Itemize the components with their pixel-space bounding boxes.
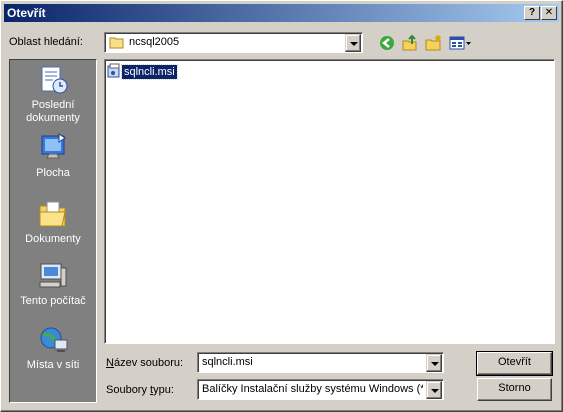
- place-label: Dokumenty: [25, 233, 81, 245]
- place-label-2: dokumenty: [26, 112, 80, 124]
- place-label: Tento počítač: [20, 295, 86, 307]
- view-menu-icon[interactable]: [449, 34, 473, 52]
- open-dialog: Otevřít ? ✕ Oblast hledání: ncsql2005 Po…: [0, 0, 563, 412]
- open-button-label: Otevřít: [497, 356, 531, 368]
- places-bar: Poslední dokumenty Plocha Dokumenty Tent…: [9, 59, 97, 403]
- network-places-icon: [40, 327, 68, 352]
- recent-documents-icon: [41, 66, 68, 94]
- lookin-label: Oblast hledání:: [9, 36, 83, 48]
- lookin-dropdown-button[interactable]: [345, 34, 361, 52]
- documents-folder-icon: [39, 201, 66, 227]
- title-bar[interactable]: Otevřít ? ✕: [4, 4, 559, 22]
- place-label: Místa v síti: [26, 359, 80, 371]
- filename-dropdown-button[interactable]: [426, 354, 442, 372]
- lookin-combo[interactable]: ncsql2005: [104, 32, 363, 53]
- open-button[interactable]: Otevřít: [476, 351, 553, 376]
- place-recent-documents[interactable]: Poslední dokumenty: [10, 64, 96, 125]
- place-my-computer[interactable]: Tento počítač: [10, 260, 96, 308]
- back-icon[interactable]: [378, 34, 396, 52]
- desktop-icon: [41, 133, 66, 159]
- close-button[interactable]: ✕: [541, 6, 557, 20]
- lookin-value: ncsql2005: [129, 36, 180, 48]
- filetype-value: Balíčky Instalační služby systému Window…: [202, 383, 423, 395]
- place-network[interactable]: Místa v síti: [10, 324, 96, 372]
- help-button[interactable]: ?: [524, 6, 540, 20]
- file-name-selected[interactable]: sqlncli.msi: [121, 64, 178, 80]
- filetype-combo[interactable]: Balíčky Instalační služby systému Window…: [197, 379, 444, 400]
- file-list[interactable]: [104, 59, 555, 344]
- filetype-dropdown-button[interactable]: [426, 381, 442, 399]
- cancel-button-label: Storno: [498, 382, 531, 394]
- place-label: Plocha: [36, 167, 70, 179]
- cancel-button[interactable]: Storno: [477, 378, 552, 401]
- new-folder-icon[interactable]: [425, 34, 443, 52]
- msi-package-icon: [107, 63, 120, 78]
- filename-value: sqlncli.msi: [202, 356, 253, 368]
- window-title: Otevřít: [7, 6, 46, 20]
- up-folder-icon[interactable]: [401, 34, 419, 52]
- filetype-label: Soubory typu:: [106, 384, 174, 396]
- my-computer-icon: [39, 263, 67, 288]
- filename-label: Název souboru:: [106, 357, 184, 369]
- folder-icon: [109, 36, 125, 52]
- place-desktop[interactable]: Plocha: [10, 132, 96, 180]
- place-label: Poslední: [31, 99, 75, 111]
- place-documents[interactable]: Dokumenty: [10, 198, 96, 246]
- filename-combo[interactable]: sqlncli.msi: [197, 352, 444, 373]
